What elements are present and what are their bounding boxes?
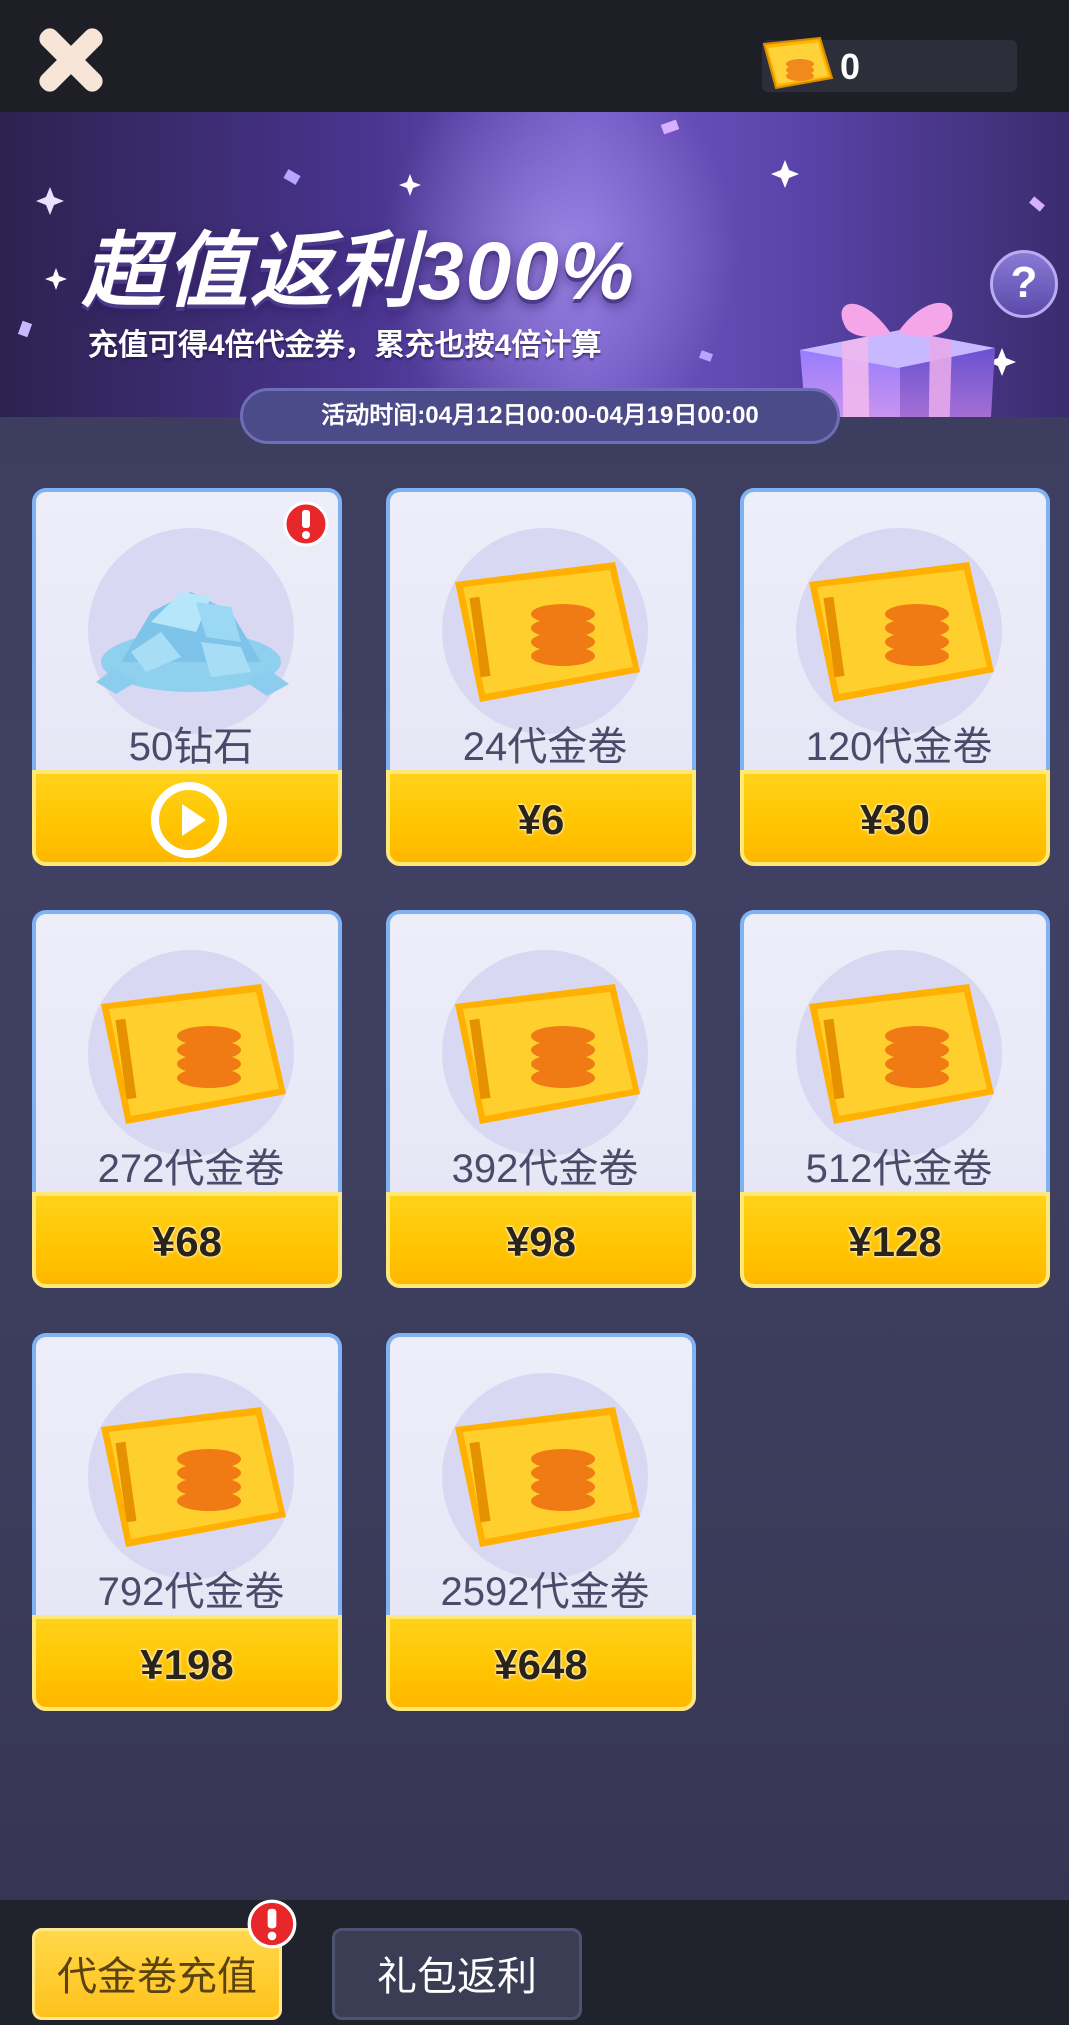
item-label: 2592代金卷: [440, 1570, 650, 1614]
buy-button[interactable]: ¥30: [740, 770, 1050, 866]
item-panel: 2592代金卷: [386, 1333, 696, 1623]
item-panel: 272代金卷: [32, 910, 342, 1200]
voucher-balance-value: 0: [840, 46, 861, 87]
bottom-tab-bar: 代金卷充值 礼包返利: [0, 1899, 1069, 2025]
item-price: ¥128: [848, 1218, 942, 1265]
banner-subtitle: 充值可得4倍代金券，累充也按4倍计算: [88, 329, 602, 362]
alert-badge-icon: [247, 1899, 297, 1949]
item-price: ¥68: [151, 1218, 223, 1265]
buy-button[interactable]: ¥648: [386, 1615, 696, 1711]
buy-button[interactable]: ¥198: [32, 1615, 342, 1711]
tab-voucher-recharge[interactable]: 代金卷充值: [32, 1928, 282, 2020]
item-label: 512代金卷: [805, 1147, 993, 1191]
item-label: 24代金卷: [462, 725, 628, 769]
voucher-ticket-icon: [101, 1407, 286, 1547]
voucher-icon: [762, 36, 834, 90]
banner-title: 超值返利300%: [82, 226, 636, 317]
event-time: 活动时间:04月12日00:00-04月19日00:00: [240, 388, 840, 444]
item-label: 50钻石: [128, 725, 254, 769]
voucher-ticket-icon: [455, 562, 640, 702]
voucher-balance: 0: [762, 36, 1017, 92]
help-button[interactable]: ?: [990, 250, 1058, 318]
close-icon[interactable]: [30, 22, 112, 98]
item-label: 272代金卷: [97, 1147, 285, 1191]
shop-item-voucher-24[interactable]: 24代金卷 ¥6: [386, 488, 696, 866]
alert-badge-icon: [283, 501, 329, 547]
buy-button[interactable]: ¥68: [32, 1192, 342, 1288]
item-price: ¥648: [494, 1641, 588, 1688]
item-price: ¥6: [517, 796, 565, 843]
item-panel: 24代金卷: [386, 488, 696, 778]
shop-item-voucher-792[interactable]: 792代金卷 ¥198: [32, 1333, 342, 1711]
shop-item-voucher-272[interactable]: 272代金卷 ¥68: [32, 910, 342, 1288]
item-price: ¥98: [505, 1218, 577, 1265]
item-panel: 120代金卷: [740, 488, 1050, 778]
promo-banner: 超值返利300% 充值可得4倍代金券，累充也按4倍计算 ?: [0, 112, 1069, 417]
voucher-ticket-icon: [809, 562, 994, 702]
play-icon[interactable]: [149, 780, 229, 860]
item-label: 392代金卷: [451, 1147, 639, 1191]
item-price: ¥198: [140, 1641, 234, 1688]
shop-item-diamond-50[interactable]: 50钻石: [32, 488, 342, 866]
item-panel: 392代金卷: [386, 910, 696, 1200]
shop-item-voucher-512[interactable]: 512代金卷 ¥128: [740, 910, 1050, 1288]
voucher-ticket-icon: [455, 1407, 640, 1547]
shop-item-voucher-2592[interactable]: 2592代金卷 ¥648: [386, 1333, 696, 1711]
watch-video-button[interactable]: [32, 770, 342, 866]
buy-button[interactable]: ¥128: [740, 1192, 1050, 1288]
voucher-ticket-icon: [101, 984, 286, 1124]
item-price: ¥30: [859, 796, 931, 843]
buy-button[interactable]: ¥98: [386, 1192, 696, 1288]
top-bar: 0: [0, 0, 1069, 112]
tab-gift-rebate[interactable]: 礼包返利: [332, 1928, 582, 2020]
shop-item-voucher-392[interactable]: 392代金卷 ¥98: [386, 910, 696, 1288]
item-label: 792代金卷: [97, 1570, 285, 1614]
item-label: 120代金卷: [805, 725, 993, 769]
voucher-ticket-icon: [809, 984, 994, 1124]
item-panel: 792代金卷: [32, 1333, 342, 1623]
diamond-pile-icon: [96, 592, 289, 696]
voucher-ticket-icon: [455, 984, 640, 1124]
shop-item-voucher-120[interactable]: 120代金卷 ¥30: [740, 488, 1050, 866]
item-panel: 512代金卷: [740, 910, 1050, 1200]
buy-button[interactable]: ¥6: [386, 770, 696, 866]
